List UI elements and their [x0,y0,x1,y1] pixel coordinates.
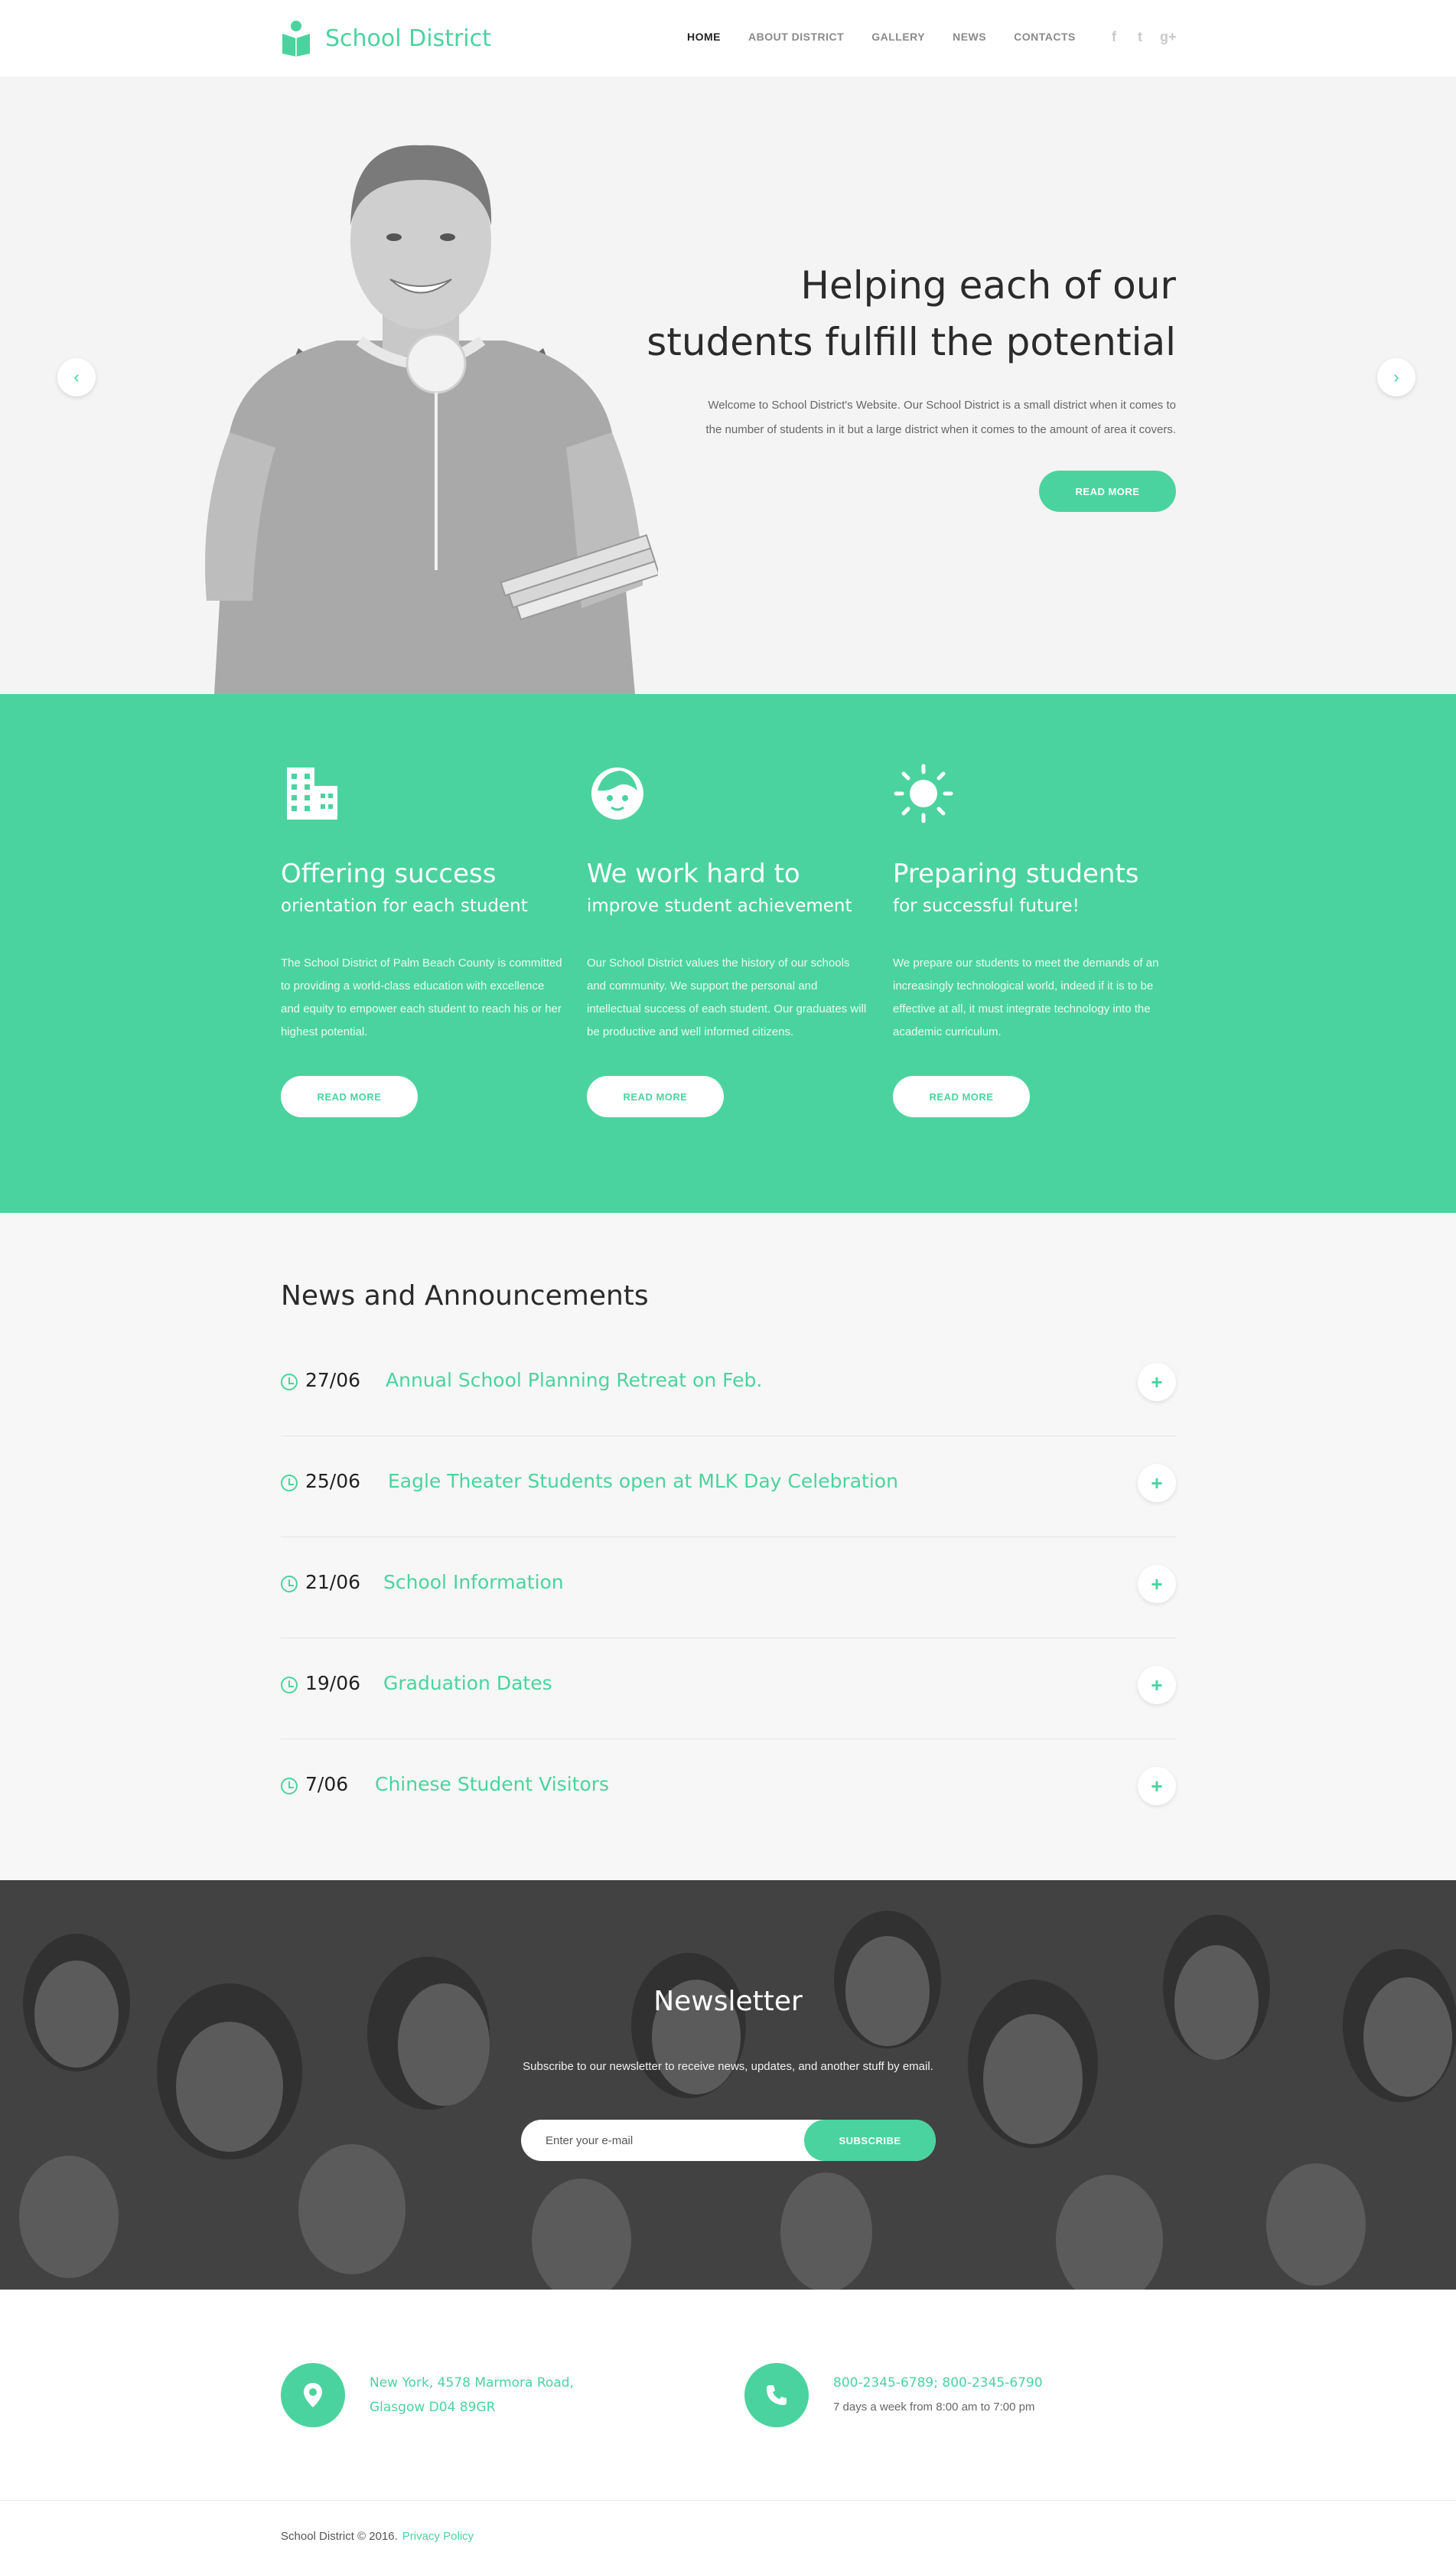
feature-subtitle: orientation for each student [281,896,528,916]
student-photo [205,145,658,694]
copyright-text: School District © 2016. [281,2530,398,2543]
feature-text: Our School District values the history o… [587,957,867,1038]
hero-title-line-1: Helping each of our [800,263,1176,308]
location-pin-icon [281,2363,345,2427]
social-links: f t g+ [1108,29,1177,45]
nav-home[interactable]: HOME [687,31,721,43]
address-line-2: Glasgow D04 89GR [370,2400,496,2415]
nav-about-district[interactable]: ABOUT DISTRICT [748,31,844,43]
news-section: News and Announcements 27/06 Annual Scho… [0,1213,1456,1880]
footer-copyright: School District © 2016. Privacy Policy [281,2530,474,2543]
sun-icon [894,764,953,823]
face-icon [591,768,643,820]
news-item[interactable]: 7/06 Chinese Student Visitors + [281,1739,1176,1840]
news-list: 27/06 Annual School Planning Retreat on … [281,1335,1176,1840]
news-headline[interactable]: Chinese Student Visitors [375,1773,609,1795]
feature-title: Preparing students [893,859,1139,889]
address-line-1: New York, 4578 Marmora Road, [370,2375,574,2391]
hero-description-line-2: the number of students in it but a large… [705,423,1176,436]
phone-icon [744,2363,809,2427]
logo[interactable]: School District [281,17,491,60]
news-date: 25/06 [305,1470,361,1492]
book-person-icon [282,21,310,57]
nav-contacts[interactable]: CONTACTS [1014,31,1076,43]
news-item[interactable]: 21/06 School Information + [281,1537,1176,1638]
expand-button[interactable]: + [1138,1464,1176,1502]
news-date: 19/06 [305,1672,361,1694]
hero-description: Welcome to School District's Website. Ou… [640,393,1176,442]
hero-slider: ‹ › Helping each of our students fulfill… [0,77,1456,694]
hero-read-more-button[interactable]: READ MORE [1039,471,1176,512]
newsletter-title: Newsletter [653,1986,803,2017]
hero-description-line-1: Welcome to School District's Website. Ou… [708,399,1176,412]
news-date: 7/06 [305,1773,349,1795]
email-input[interactable] [546,2120,798,2161]
next-slide-button[interactable]: › [1377,358,1415,396]
prev-slide-button[interactable]: ‹ [57,358,96,396]
news-headline[interactable]: School Information [383,1571,564,1593]
feature-title: We work hard to [587,859,800,889]
newsletter-section: Newsletter Subscribe to our newsletter t… [0,1880,1456,2290]
news-item[interactable]: 19/06 Graduation Dates + [281,1638,1176,1739]
news-headline[interactable]: Annual School Planning Retreat on Feb. [386,1369,762,1391]
facebook-icon[interactable]: f [1108,29,1120,45]
clock-icon [281,1778,298,1794]
main-nav: HOME ABOUT DISTRICT GALLERY NEWS CONTACT… [687,31,1103,43]
subscribe-button[interactable]: SUBSCRIBE [804,2120,936,2161]
news-headline[interactable]: Eagle Theater Students open at MLK Day C… [388,1470,898,1492]
phone-numbers[interactable]: 800-2345-6789; 800-2345-6790 [833,2371,1043,2395]
news-heading: News and Announcements [281,1280,649,1312]
news-headline[interactable]: Graduation Dates [383,1672,552,1694]
news-date: 27/06 [305,1369,361,1391]
news-date: 21/06 [305,1571,361,1593]
privacy-policy-link[interactable]: Privacy Policy [402,2530,474,2543]
clock-icon [281,1475,298,1491]
feature-read-more-button[interactable]: READ MORE [893,1076,1030,1117]
feature-read-more-button[interactable]: READ MORE [281,1076,418,1117]
expand-button[interactable]: + [1138,1565,1176,1603]
news-item[interactable]: 25/06 Eagle Theater Students open at MLK… [281,1436,1176,1537]
expand-button[interactable]: + [1138,1363,1176,1401]
feature-card: Preparing students for successful future… [893,763,1184,1117]
nav-gallery[interactable]: GALLERY [871,31,925,43]
clock-icon [281,1576,298,1592]
logo-text: School District [325,24,491,52]
newsletter-text: Subscribe to our newsletter to receive n… [523,2060,933,2073]
feature-read-more-button[interactable]: READ MORE [587,1076,724,1117]
clock-icon [281,1374,298,1390]
hero-title-line-2: students fulfill the potential [647,320,1176,364]
opening-hours: 7 days a week from 8:00 am to 7:00 pm [833,2401,1035,2414]
feature-subtitle: improve student achievement [587,896,852,916]
feature-title: Offering success [281,859,497,889]
building-icon [287,768,337,820]
site-footer: School District © 2016. Privacy Policy [0,2500,1456,2575]
feature-text: The School District of Palm Beach County… [281,957,562,1038]
features-section: Offering success orientation for each st… [0,694,1456,1213]
crowd-background-photo [0,1880,1456,2290]
clock-icon [281,1677,298,1693]
contacts-section: New York, 4578 Marmora Road, Glasgow D04… [0,2290,1456,2500]
hero-title: Helping each of our students fulfill the… [594,257,1176,370]
feature-card: We work hard to improve student achievem… [587,763,878,1117]
news-item[interactable]: 27/06 Annual School Planning Retreat on … [281,1335,1176,1436]
newsletter-form: SUBSCRIBE [521,2120,936,2161]
nav-news[interactable]: NEWS [953,31,986,43]
google-plus-icon[interactable]: g+ [1160,29,1177,45]
expand-button[interactable]: + [1138,1666,1176,1704]
expand-button[interactable]: + [1138,1767,1176,1805]
twitter-icon[interactable]: t [1134,29,1146,45]
feature-text: We prepare our students to meet the dema… [893,957,1159,1038]
site-header: School District HOME ABOUT DISTRICT GALL… [0,0,1456,77]
feature-card: Offering success orientation for each st… [281,763,572,1117]
feature-subtitle: for successful future! [893,896,1080,916]
address-block: New York, 4578 Marmora Road, Glasgow D04… [281,2363,663,2427]
phone-block: 800-2345-6789; 800-2345-6790 7 days a we… [744,2363,1127,2427]
